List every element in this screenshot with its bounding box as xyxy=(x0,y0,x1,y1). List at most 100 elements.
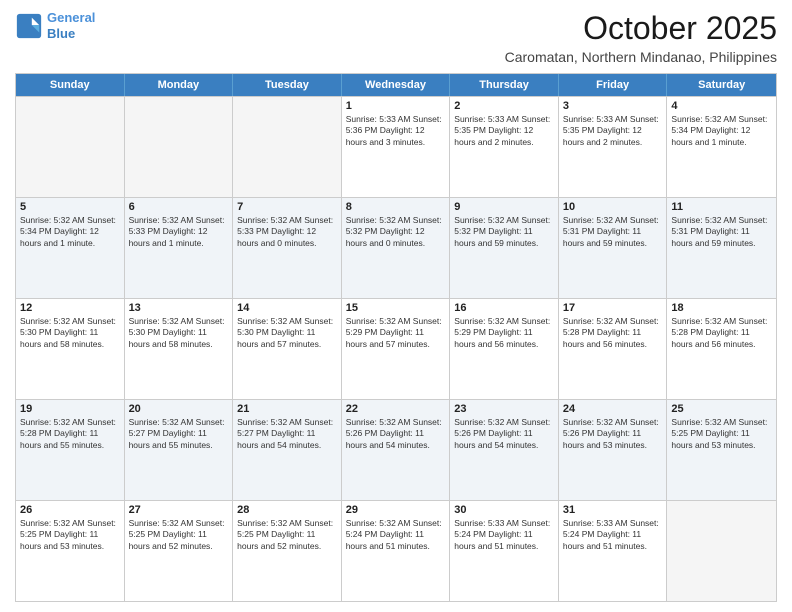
cal-cell-r1c3: 8Sunrise: 5:32 AM Sunset: 5:32 PM Daylig… xyxy=(342,198,451,298)
cal-cell-r0c6: 4Sunrise: 5:32 AM Sunset: 5:34 PM Daylig… xyxy=(667,97,776,197)
day-number: 23 xyxy=(454,403,554,415)
cal-cell-r0c3: 1 Sunrise: 5:33 AM Sunset: 5:36 PM Daylig… xyxy=(342,97,451,197)
location-title: Caromatan, Northern Mindanao, Philippine… xyxy=(505,49,777,65)
day-number: 27 xyxy=(129,504,229,516)
cal-cell-r1c1: 6 Sunrise: 5:32 AM Sunset: 5:33 PM Daylig… xyxy=(125,198,234,298)
cal-cell-r0c0 xyxy=(16,97,125,197)
day-number: 14 xyxy=(237,302,337,314)
day-number: 12 xyxy=(20,302,120,314)
cell-text: Sunrise: 5:33 AM Sunset: 5:24 PM Dayligh… xyxy=(454,518,554,552)
cal-cell-r0c5: 3 Sunrise: 5:33 AM Sunset: 5:35 PM Daylig… xyxy=(559,97,668,197)
calendar: Sunday Monday Tuesday Wednesday Thursday… xyxy=(15,73,777,602)
cal-cell-r2c5: 17 Sunrise: 5:32 AM Sunset: 5:28 PM Dayli… xyxy=(559,299,668,399)
day-number: 15 xyxy=(346,302,446,314)
day-number: 9 xyxy=(454,201,554,213)
cal-cell-r3c1: 20Sunrise: 5:32 AM Sunset: 5:27 PM Dayli… xyxy=(125,400,234,500)
cell-text: Sunrise: 5:32 AM Sunset: 5:26 PM Dayligh… xyxy=(454,417,554,451)
cal-cell-r4c1: 27 Sunrise: 5:32 AM Sunset: 5:25 PM Dayli… xyxy=(125,501,234,601)
cal-cell-r4c2: 28Sunrise: 5:32 AM Sunset: 5:25 PM Dayli… xyxy=(233,501,342,601)
cal-cell-r2c4: 16 Sunrise: 5:32 AM Sunset: 5:29 PM Dayli… xyxy=(450,299,559,399)
cell-text: Sunrise: 5:32 AM Sunset: 5:29 PM Dayligh… xyxy=(346,316,446,350)
header-thursday: Thursday xyxy=(450,74,559,96)
cal-cell-r3c3: 22Sunrise: 5:32 AM Sunset: 5:26 PM Dayli… xyxy=(342,400,451,500)
day-number: 24 xyxy=(563,403,663,415)
cell-text: Sunrise: 5:32 AM Sunset: 5:33 PM Dayligh… xyxy=(237,215,337,249)
day-number: 29 xyxy=(346,504,446,516)
page: General Blue October 2025 Caromatan, Nor… xyxy=(0,0,792,612)
cal-cell-r1c0: 5 Sunrise: 5:32 AM Sunset: 5:34 PM Daylig… xyxy=(16,198,125,298)
cell-text: Sunrise: 5:32 AM Sunset: 5:31 PM Dayligh… xyxy=(671,215,772,249)
cal-cell-r0c1 xyxy=(125,97,234,197)
cal-cell-r2c1: 13Sunrise: 5:32 AM Sunset: 5:30 PM Dayli… xyxy=(125,299,234,399)
day-number: 7 xyxy=(237,201,337,213)
title-block: October 2025 Caromatan, Northern Mindana… xyxy=(505,10,777,65)
cal-cell-r2c6: 18 Sunrise: 5:32 AM Sunset: 5:28 PM Dayli… xyxy=(667,299,776,399)
cell-text: Sunrise: 5:32 AM Sunset: 5:33 PM Dayligh… xyxy=(129,215,229,249)
day-number: 4 xyxy=(671,100,772,112)
cal-cell-r1c5: 10Sunrise: 5:32 AM Sunset: 5:31 PM Dayli… xyxy=(559,198,668,298)
day-number: 1 xyxy=(346,100,446,112)
cell-text: Sunrise: 5:32 AM Sunset: 5:30 PM Dayligh… xyxy=(20,316,120,350)
cell-text: Sunrise: 5:32 AM Sunset: 5:25 PM Dayligh… xyxy=(20,518,120,552)
cal-cell-r4c6 xyxy=(667,501,776,601)
header-friday: Friday xyxy=(559,74,668,96)
day-number: 18 xyxy=(671,302,772,314)
cal-cell-r1c4: 9 Sunrise: 5:32 AM Sunset: 5:32 PM Daylig… xyxy=(450,198,559,298)
day-number: 17 xyxy=(563,302,663,314)
day-number: 8 xyxy=(346,201,446,213)
cell-text: Sunrise: 5:33 AM Sunset: 5:36 PM Dayligh… xyxy=(346,114,446,148)
cell-text: Sunrise: 5:32 AM Sunset: 5:25 PM Dayligh… xyxy=(671,417,772,451)
header-tuesday: Tuesday xyxy=(233,74,342,96)
cell-text: Sunrise: 5:32 AM Sunset: 5:29 PM Dayligh… xyxy=(454,316,554,350)
cal-cell-r3c4: 23 Sunrise: 5:32 AM Sunset: 5:26 PM Dayli… xyxy=(450,400,559,500)
cell-text: Sunrise: 5:32 AM Sunset: 5:26 PM Dayligh… xyxy=(563,417,663,451)
cell-text: Sunrise: 5:32 AM Sunset: 5:28 PM Dayligh… xyxy=(671,316,772,350)
cell-text: Sunrise: 5:32 AM Sunset: 5:26 PM Dayligh… xyxy=(346,417,446,451)
cell-text: Sunrise: 5:33 AM Sunset: 5:24 PM Dayligh… xyxy=(563,518,663,552)
header-monday: Monday xyxy=(125,74,234,96)
cell-text: Sunrise: 5:32 AM Sunset: 5:34 PM Dayligh… xyxy=(20,215,120,249)
cal-row-4: 19Sunrise: 5:32 AM Sunset: 5:28 PM Dayli… xyxy=(16,399,776,500)
day-number: 2 xyxy=(454,100,554,112)
cell-text: Sunrise: 5:32 AM Sunset: 5:31 PM Dayligh… xyxy=(563,215,663,249)
day-number: 16 xyxy=(454,302,554,314)
calendar-header: Sunday Monday Tuesday Wednesday Thursday… xyxy=(16,74,776,96)
cal-cell-r2c3: 15 Sunrise: 5:32 AM Sunset: 5:29 PM Dayli… xyxy=(342,299,451,399)
cell-text: Sunrise: 5:32 AM Sunset: 5:32 PM Dayligh… xyxy=(454,215,554,249)
logo-line2: Blue xyxy=(47,26,75,41)
day-number: 26 xyxy=(20,504,120,516)
cal-cell-r3c5: 24 Sunrise: 5:32 AM Sunset: 5:26 PM Dayli… xyxy=(559,400,668,500)
cal-row-5: 26 Sunrise: 5:32 AM Sunset: 5:25 PM Dayli… xyxy=(16,500,776,601)
day-number: 25 xyxy=(671,403,772,415)
cal-cell-r4c0: 26 Sunrise: 5:32 AM Sunset: 5:25 PM Dayli… xyxy=(16,501,125,601)
cal-cell-r4c5: 31 Sunrise: 5:33 AM Sunset: 5:24 PM Dayli… xyxy=(559,501,668,601)
cell-text: Sunrise: 5:32 AM Sunset: 5:28 PM Dayligh… xyxy=(563,316,663,350)
cell-text: Sunrise: 5:32 AM Sunset: 5:27 PM Dayligh… xyxy=(129,417,229,451)
day-number: 30 xyxy=(454,504,554,516)
cal-cell-r1c6: 11 Sunrise: 5:32 AM Sunset: 5:31 PM Dayli… xyxy=(667,198,776,298)
cal-cell-r3c2: 21Sunrise: 5:32 AM Sunset: 5:27 PM Dayli… xyxy=(233,400,342,500)
cell-text: Sunrise: 5:32 AM Sunset: 5:24 PM Dayligh… xyxy=(346,518,446,552)
cell-text: Sunrise: 5:32 AM Sunset: 5:25 PM Dayligh… xyxy=(129,518,229,552)
cal-cell-r3c6: 25 Sunrise: 5:32 AM Sunset: 5:25 PM Dayli… xyxy=(667,400,776,500)
cell-text: Sunrise: 5:33 AM Sunset: 5:35 PM Dayligh… xyxy=(563,114,663,148)
header-sunday: Sunday xyxy=(16,74,125,96)
day-number: 31 xyxy=(563,504,663,516)
header: General Blue October 2025 Caromatan, Nor… xyxy=(15,10,777,65)
cal-cell-r3c0: 19Sunrise: 5:32 AM Sunset: 5:28 PM Dayli… xyxy=(16,400,125,500)
cell-text: Sunrise: 5:32 AM Sunset: 5:30 PM Dayligh… xyxy=(237,316,337,350)
cal-cell-r4c3: 29 Sunrise: 5:32 AM Sunset: 5:24 PM Dayli… xyxy=(342,501,451,601)
day-number: 11 xyxy=(671,201,772,213)
day-number: 3 xyxy=(563,100,663,112)
logo-line1: General xyxy=(47,10,95,25)
cell-text: Sunrise: 5:32 AM Sunset: 5:28 PM Dayligh… xyxy=(20,417,120,451)
cell-text: Sunrise: 5:33 AM Sunset: 5:35 PM Dayligh… xyxy=(454,114,554,148)
cal-cell-r4c4: 30 Sunrise: 5:33 AM Sunset: 5:24 PM Dayli… xyxy=(450,501,559,601)
day-number: 5 xyxy=(20,201,120,213)
day-number: 6 xyxy=(129,201,229,213)
cal-cell-r2c2: 14 Sunrise: 5:32 AM Sunset: 5:30 PM Dayli… xyxy=(233,299,342,399)
cell-text: Sunrise: 5:32 AM Sunset: 5:25 PM Dayligh… xyxy=(237,518,337,552)
cal-cell-r0c4: 2 Sunrise: 5:33 AM Sunset: 5:35 PM Daylig… xyxy=(450,97,559,197)
cell-text: Sunrise: 5:32 AM Sunset: 5:30 PM Dayligh… xyxy=(129,316,229,350)
calendar-body: 1 Sunrise: 5:33 AM Sunset: 5:36 PM Daylig… xyxy=(16,96,776,601)
